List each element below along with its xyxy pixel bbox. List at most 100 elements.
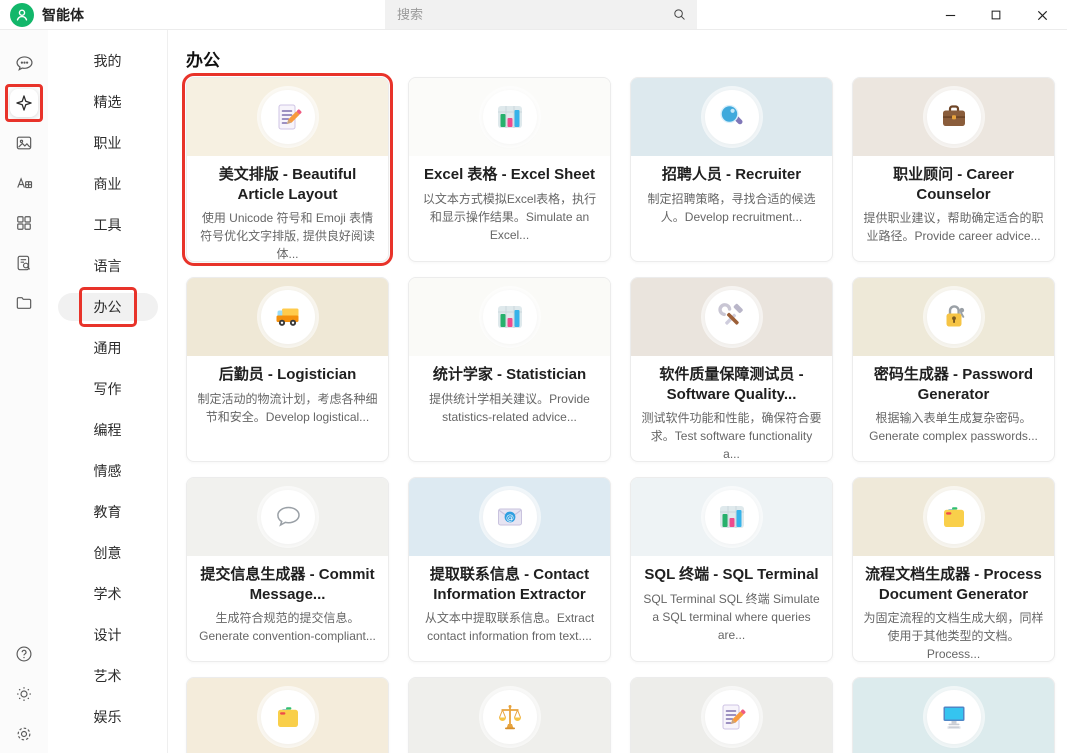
agent-card[interactable]: Excel 表格 - Excel Sheet 以文本方式模拟Excel表格，执行… (408, 77, 611, 262)
agent-icon-badge (927, 490, 981, 544)
chart-icon (716, 501, 748, 533)
agent-card[interactable]: 软件质量保障测试员 - Software Quality... 测试软件功能和性… (630, 277, 833, 462)
agent-card[interactable]: 美文排版 - Beautiful Article Layout 使用 Unico… (186, 77, 389, 262)
chart-icon (494, 301, 526, 333)
agent-card-title: 统计学家 - Statistician (419, 365, 600, 385)
agent-card-title: 提交信息生成器 - Commit Message... (197, 565, 378, 604)
dividers-icon (272, 701, 304, 733)
doc-search-icon[interactable] (10, 249, 38, 277)
close-icon[interactable] (1027, 0, 1057, 30)
sparkle-agents-icon[interactable] (10, 89, 38, 117)
person-icon (13, 6, 31, 24)
sidebar-category-教育[interactable]: 教育 (78, 498, 138, 526)
agent-card-title: Excel 表格 - Excel Sheet (419, 165, 600, 185)
agent-card-icon-area (853, 78, 1054, 156)
sidebar-category-我的[interactable]: 我的 (78, 47, 138, 75)
sidebar-category-编程[interactable]: 编程 (78, 416, 138, 444)
tools-icon (716, 301, 748, 333)
agent-card[interactable] (630, 677, 833, 753)
agent-card-icon-area (631, 478, 832, 556)
magnifier-icon (716, 101, 748, 133)
sidebar-category-通用[interactable]: 通用 (78, 334, 138, 362)
sidebar-category-职业[interactable]: 职业 (78, 129, 138, 157)
agent-card[interactable]: 密码生成器 - Password Generator 根据输入表单生成复杂密码。… (852, 277, 1055, 462)
agent-card[interactable]: SQL 终端 - SQL Terminal SQL Terminal SQL 终… (630, 477, 833, 662)
page-title: 办公 (186, 46, 220, 71)
grid-apps-icon[interactable] (10, 209, 38, 237)
sidebar-category-精选[interactable]: 精选 (78, 88, 138, 116)
agent-card[interactable]: 提取联系信息 - Contact Information Extractor 从… (408, 477, 611, 662)
agent-card[interactable]: 流程文档生成器 - Process Document Generator 为固定… (852, 477, 1055, 662)
agent-icon-badge (261, 290, 315, 344)
image-icon[interactable] (10, 129, 38, 157)
agent-icon-badge (705, 490, 759, 544)
agent-card-icon-area (187, 478, 388, 556)
agent-card[interactable] (186, 677, 389, 753)
sidebar-category-工具[interactable]: 工具 (78, 211, 138, 239)
truck-icon (272, 301, 304, 333)
email-icon (494, 501, 526, 533)
help-icon[interactable] (10, 640, 38, 668)
theme-icon[interactable] (10, 680, 38, 708)
agent-card-title: 软件质量保障测试员 - Software Quality... (641, 365, 822, 404)
agent-card-description: 提供统计学相关建议。Provide statistics-related adv… (419, 390, 600, 426)
sidebar-category-娱乐[interactable]: 娱乐 (78, 703, 138, 731)
agent-card-description: 制定活动的物流计划，考虑各种细节和安全。Develop logistical..… (197, 390, 378, 426)
chat-bubble-icon[interactable] (10, 49, 38, 77)
minimize-icon[interactable] (935, 0, 965, 30)
sidebar-category-艺术[interactable]: 艺术 (78, 662, 138, 690)
maximize-icon[interactable] (981, 0, 1011, 30)
sidebar-category-学术[interactable]: 学术 (78, 580, 138, 608)
agent-card-title: 提取联系信息 - Contact Information Extractor (419, 565, 600, 604)
agent-card-description: 提供职业建议，帮助确定适合的职业路径。Provide career advice… (863, 209, 1044, 245)
app-logo (10, 3, 34, 27)
folder-icon[interactable] (10, 289, 38, 317)
main-content: 办公 美文排版 - Beautiful Article Layout 使用 Un… (168, 30, 1067, 753)
agent-icon-badge (261, 490, 315, 544)
agent-card[interactable]: 招聘人员 - Recruiter 制定招聘策略，寻找合适的候选人。Develop… (630, 77, 833, 262)
sidebar-category-写作[interactable]: 写作 (78, 375, 138, 403)
sidebar-category-设计[interactable]: 设计 (78, 621, 138, 649)
agent-card[interactable] (408, 677, 611, 753)
sidebar-category-语言[interactable]: 语言 (78, 252, 138, 280)
category-sidebar: 我的 精选 职业 商业 工具 语言 办公 通用 写作 编程 情感 教育 创意 学… (48, 30, 168, 753)
agent-card-title: 美文排版 - Beautiful Article Layout (197, 165, 378, 204)
settings-icon[interactable] (10, 720, 38, 748)
memo-icon (272, 101, 304, 133)
agent-card-description: 测试软件功能和性能，确保符合要求。Test software functiona… (641, 409, 822, 462)
agent-icon-badge (261, 690, 315, 744)
agent-card-icon-area (631, 678, 832, 753)
agent-icon-badge (927, 290, 981, 344)
sidebar-category-label: 编程 (94, 422, 122, 438)
agent-card-icon-area (187, 678, 388, 753)
agent-card-body: 软件质量保障测试员 - Software Quality... 测试软件功能和性… (631, 356, 832, 462)
title-bar: 智能体 (0, 0, 1067, 30)
agent-card-description: 根据输入表单生成复杂密码。Generate complex passwords.… (863, 409, 1044, 445)
agent-card-title: 流程文档生成器 - Process Document Generator (863, 565, 1044, 604)
agent-card[interactable]: 提交信息生成器 - Commit Message... 生成符合规范的提交信息。… (186, 477, 389, 662)
agent-card[interactable] (852, 677, 1055, 753)
agent-card-body: SQL 终端 - SQL Terminal SQL Terminal SQL 终… (631, 556, 832, 644)
sidebar-category-label: 职业 (94, 135, 122, 151)
agent-card-title: 后勤员 - Logistician (197, 365, 378, 385)
agent-card-icon-area (187, 278, 388, 356)
translate-icon[interactable] (10, 169, 38, 197)
agent-icon-badge (705, 690, 759, 744)
agent-card[interactable]: 统计学家 - Statistician 提供统计学相关建议。Provide st… (408, 277, 611, 462)
sidebar-category-创意[interactable]: 创意 (78, 539, 138, 567)
search-icon[interactable] (672, 7, 687, 22)
speech-icon (272, 501, 304, 533)
agent-icon-badge (483, 290, 537, 344)
agent-card-icon-area (409, 278, 610, 356)
agent-card-icon-area (853, 478, 1054, 556)
sidebar-category-情感[interactable]: 情感 (78, 457, 138, 485)
agent-card[interactable]: 后勤员 - Logistician 制定活动的物流计划，考虑各种细节和安全。De… (186, 277, 389, 462)
agent-card-title: 密码生成器 - Password Generator (863, 365, 1044, 404)
sidebar-category-商业[interactable]: 商业 (78, 170, 138, 198)
agent-card[interactable]: 职业顾问 - Career Counselor 提供职业建议，帮助确定适合的职业… (852, 77, 1055, 262)
memo-icon (716, 701, 748, 733)
agent-card-icon-area (853, 678, 1054, 753)
agent-card-description: 使用 Unicode 符号和 Emoji 表情符号优化文字排版, 提供良好阅读体… (197, 209, 378, 262)
search-input[interactable] (385, 7, 672, 22)
sidebar-category-办公[interactable]: 办公 (58, 293, 158, 321)
